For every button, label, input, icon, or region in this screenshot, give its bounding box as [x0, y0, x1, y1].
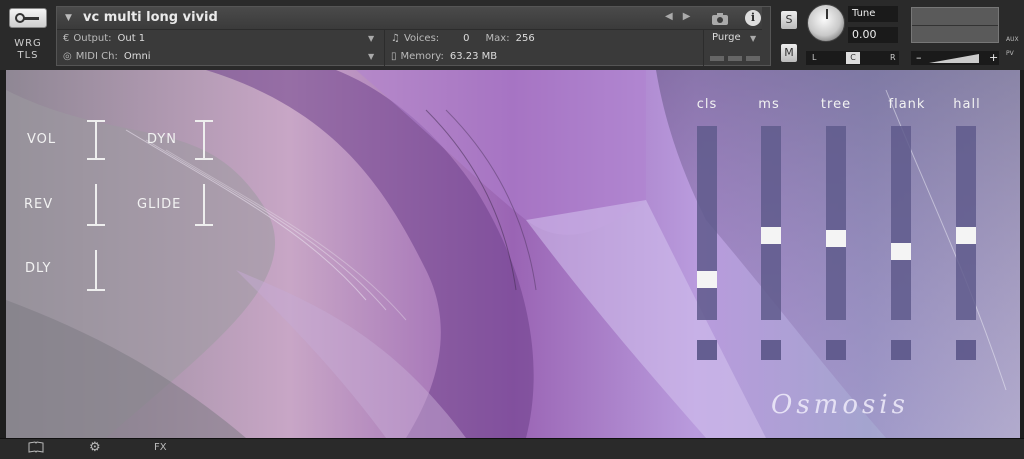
- max-voices-value[interactable]: 256: [516, 33, 535, 44]
- next-arrow-icon[interactable]: ▶: [683, 11, 701, 22]
- rev-label: REV: [24, 197, 54, 212]
- gear-icon[interactable]: ⚙: [89, 440, 101, 455]
- dyn-label: DYN: [147, 132, 177, 147]
- vol-label: VOL: [27, 132, 57, 147]
- snapshot-camera-icon[interactable]: [711, 11, 729, 30]
- osmosis-logo: Osmosis: [771, 390, 909, 420]
- glide-label: GLIDE: [137, 197, 182, 212]
- tune-value[interactable]: 0.00: [848, 27, 898, 43]
- fader-handle-hall[interactable]: [956, 226, 976, 244]
- instrument-nav-arrows[interactable]: ◀▶: [665, 11, 700, 22]
- rev-slider[interactable]: [87, 184, 105, 226]
- volume-ramp-icon: [929, 54, 979, 63]
- pan-slider[interactable]: L C R: [806, 51, 899, 65]
- midi-label: MIDI Ch:: [75, 51, 118, 62]
- solo-button[interactable]: S: [781, 11, 797, 29]
- purge-meter-1: [710, 56, 724, 61]
- fader-track-tree[interactable]: [826, 126, 846, 320]
- midi-dropdown-arrow-icon[interactable]: ▼: [368, 48, 374, 66]
- glide-slider[interactable]: [195, 184, 213, 226]
- mic-label-cls: cls: [696, 97, 718, 112]
- fader-handle-tree[interactable]: [826, 230, 846, 248]
- level-meter: [911, 7, 999, 43]
- knob-indicator: [826, 9, 828, 19]
- divider: [384, 30, 385, 66]
- output-label: Output:: [73, 33, 112, 44]
- info-button[interactable]: i: [745, 10, 761, 26]
- wrench-icon: [15, 13, 39, 23]
- volume-plus[interactable]: +: [989, 51, 998, 65]
- fader-handle-cls[interactable]: [697, 271, 717, 289]
- instrument-header: WRG TLS ▼ vc multi long vivid ◀▶ i € Outp…: [0, 0, 1024, 70]
- volume-slider[interactable]: – +: [911, 51, 999, 65]
- instrument-info-panel: ▼ vc multi long vivid ◀▶ i € Output: Out 1…: [56, 6, 771, 66]
- mic-label-hall: hall: [953, 97, 981, 112]
- voices-readout: ♫ Voices: 0 Max: 256: [391, 30, 691, 48]
- purge-label: Purge: [712, 32, 741, 43]
- mute-button[interactable]: M: [781, 44, 797, 62]
- voices-label: Voices:: [403, 33, 440, 44]
- volume-minus[interactable]: –: [916, 51, 922, 65]
- midi-channel-field[interactable]: ◎ MIDI Ch: Omni ▼: [63, 48, 381, 66]
- dyn-slider[interactable]: [195, 120, 213, 160]
- title-row: ▼ vc multi long vivid ◀▶ i: [57, 7, 762, 30]
- dly-slider[interactable]: [87, 250, 105, 291]
- meter-divider: [912, 25, 998, 26]
- purge-meter-2: [728, 56, 742, 61]
- prev-arrow-icon[interactable]: ◀: [665, 11, 683, 22]
- kontakt-instrument-window: WRG TLS ▼ vc multi long vivid ◀▶ i € Outp…: [0, 0, 1024, 459]
- memory-value: 63.23 MB: [449, 51, 498, 62]
- voices-value: 0: [463, 33, 470, 44]
- fx-tab[interactable]: FX: [154, 442, 167, 453]
- fader-track-hall[interactable]: [956, 126, 976, 320]
- purge-meter-3: [746, 56, 760, 61]
- pan-left-label: L: [812, 53, 817, 62]
- dly-label: DLY: [25, 261, 52, 276]
- purge-arrow-icon: ▼: [750, 34, 757, 43]
- mic-toggle-hall[interactable]: [956, 340, 976, 360]
- fader-track-flank[interactable]: [891, 126, 911, 320]
- aux-label[interactable]: AUX: [1006, 36, 1019, 43]
- output-value: Out 1: [117, 33, 146, 44]
- pan-right-label: R: [890, 53, 896, 62]
- fader-handle-flank[interactable]: [891, 242, 911, 260]
- brand-box: WRG TLS: [5, 6, 51, 66]
- mic-toggle-tree[interactable]: [826, 340, 846, 360]
- memory-icon: ▯: [391, 51, 397, 62]
- mic-toggle-ms[interactable]: [761, 340, 781, 360]
- purge-dropdown[interactable]: Purge ▼: [703, 30, 762, 66]
- max-label: Max:: [485, 33, 510, 44]
- pv-label[interactable]: PV: [1006, 50, 1014, 57]
- mic-toggle-cls[interactable]: [697, 340, 717, 360]
- book-icon[interactable]: [28, 441, 44, 456]
- tune-label: Tune: [848, 6, 898, 22]
- vol-slider[interactable]: [87, 120, 105, 160]
- fader-handle-ms[interactable]: [761, 226, 781, 244]
- output-dropdown-arrow-icon[interactable]: ▼: [368, 30, 374, 48]
- performance-view: VOL DYN REV GLIDE DLY cls ms tree flank …: [6, 70, 1020, 438]
- midi-value: Omni: [123, 51, 151, 62]
- collapse-arrow-icon[interactable]: ▼: [65, 13, 72, 23]
- background-artwork: [6, 70, 1020, 438]
- memory-readout: ▯ Memory: 63.23 MB: [391, 48, 691, 66]
- mic-label-flank: flank: [888, 97, 926, 112]
- output-icon: €: [63, 33, 70, 44]
- mic-toggle-flank[interactable]: [891, 340, 911, 360]
- pan-center-handle[interactable]: C: [846, 52, 860, 64]
- fader-track-cls[interactable]: [697, 126, 717, 320]
- fader-track-ms[interactable]: [761, 126, 781, 320]
- brand-line-1: WRG: [14, 38, 42, 49]
- wrench-button[interactable]: [9, 8, 47, 28]
- tune-knob[interactable]: [807, 4, 845, 42]
- bottom-toolbar: ⚙ FX: [0, 438, 1024, 459]
- mic-label-ms: ms: [758, 97, 780, 112]
- midi-icon: ◎: [63, 51, 72, 62]
- voices-icon: ♫: [391, 33, 400, 44]
- mic-label-tree: tree: [820, 97, 852, 112]
- instrument-name[interactable]: vc multi long vivid: [83, 10, 218, 25]
- brand-logo: WRG TLS: [5, 38, 51, 62]
- output-field[interactable]: € Output: Out 1 ▼: [63, 30, 381, 48]
- brand-line-2: TLS: [17, 50, 39, 61]
- memory-label: Memory:: [400, 51, 444, 62]
